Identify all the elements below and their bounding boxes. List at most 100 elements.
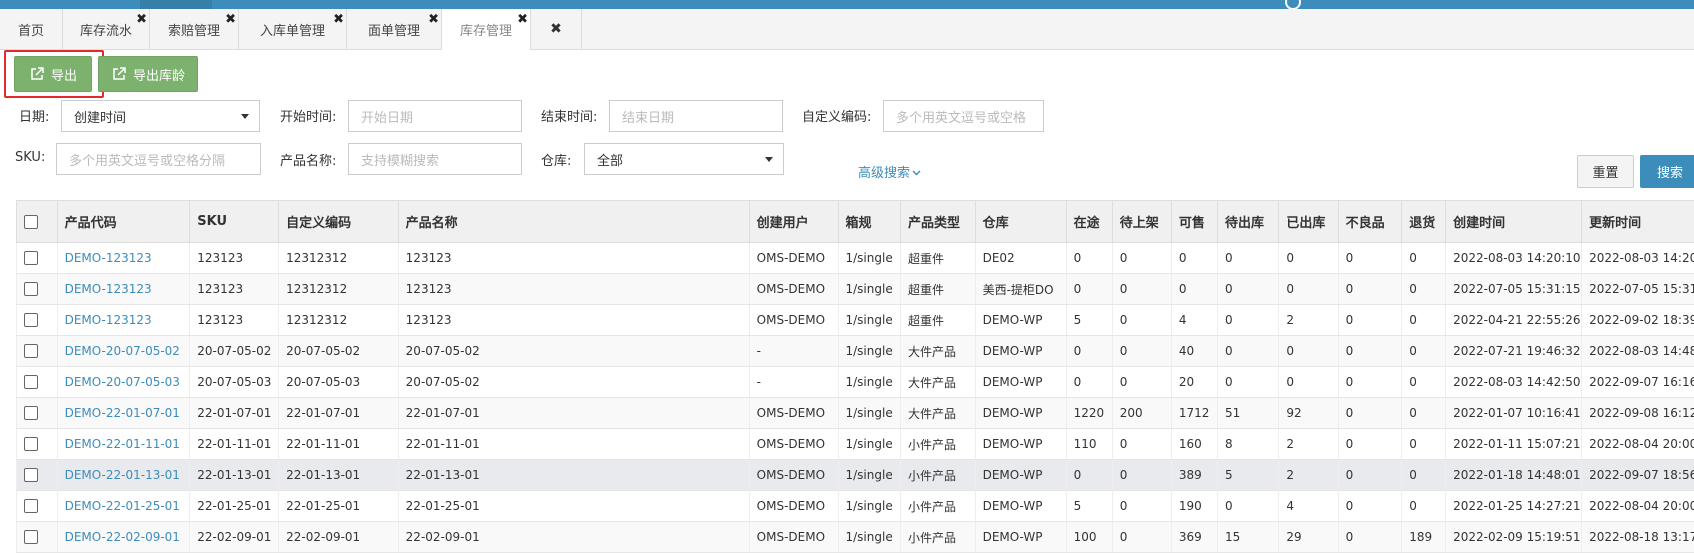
tab-waybill[interactable]: 面单管理 ✖ (347, 9, 442, 49)
table-cell: 0 (1112, 305, 1171, 336)
column-header[interactable]: 箱规 (838, 201, 901, 243)
close-icon[interactable]: ✖ (428, 13, 439, 26)
close-icon[interactable]: ✖ (333, 13, 344, 26)
table-row[interactable]: DEMO-123123 123123 12312312 123123 OMS-D… (17, 243, 1694, 274)
table-cell: 22-02-09-01 (398, 522, 749, 553)
row-select-cell[interactable] (17, 398, 58, 429)
close-all-tabs-button[interactable]: ✖ (531, 9, 582, 49)
select-all-cell[interactable] (17, 201, 58, 243)
product-code-link[interactable]: DEMO-22-01-11-01 (57, 429, 190, 460)
table-cell: 2022-07-21 19:46:32 (1446, 336, 1582, 367)
warehouse-select[interactable]: 全部 (584, 143, 784, 175)
table-cell: 20-07-05-02 (398, 367, 749, 398)
close-icon[interactable]: ✖ (517, 13, 528, 26)
table-cell: 2022-08-04 20:00:48 (1582, 491, 1694, 522)
tab-inventory[interactable]: 库存管理 ✖ (442, 9, 531, 50)
table-cell: 0 (1402, 243, 1446, 274)
row-checkbox[interactable] (24, 282, 38, 296)
row-select-cell[interactable] (17, 336, 58, 367)
row-checkbox[interactable] (24, 313, 38, 327)
product-code-link[interactable]: DEMO-123123 (57, 274, 190, 305)
table-row[interactable]: DEMO-22-01-07-01 22-01-07-01 22-01-07-01… (17, 398, 1694, 429)
tab-inbound[interactable]: 入库单管理 ✖ (239, 9, 347, 49)
row-checkbox[interactable] (24, 468, 38, 482)
row-select-cell[interactable] (17, 274, 58, 305)
table-row[interactable]: DEMO-123123 123123 12312312 123123 OMS-D… (17, 305, 1694, 336)
product-code-link[interactable]: DEMO-20-07-05-03 (57, 367, 190, 398)
row-checkbox[interactable] (24, 375, 38, 389)
table-cell: 4 (1171, 305, 1217, 336)
table-row[interactable]: DEMO-22-01-25-01 22-01-25-01 22-01-25-01… (17, 491, 1694, 522)
product-code-link[interactable]: DEMO-22-01-25-01 (57, 491, 190, 522)
row-checkbox[interactable] (24, 437, 38, 451)
row-select-cell[interactable] (17, 429, 58, 460)
column-header[interactable]: 产品类型 (901, 201, 976, 243)
tab-label: 索赔管理 (168, 20, 220, 39)
row-select-cell[interactable] (17, 491, 58, 522)
select-all-checkbox[interactable] (24, 215, 38, 229)
start-date-input[interactable]: 开始日期 (348, 100, 522, 132)
column-header[interactable]: 不良品 (1338, 201, 1402, 243)
product-code-link[interactable]: DEMO-22-01-13-01 (57, 460, 190, 491)
row-select-cell[interactable] (17, 460, 58, 491)
table-row[interactable]: DEMO-123123 123123 12312312 123123 OMS-D… (17, 274, 1694, 305)
product-code-link[interactable]: DEMO-22-02-09-01 (57, 522, 190, 553)
row-select-cell[interactable] (17, 522, 58, 553)
product-code-link[interactable]: DEMO-123123 (57, 243, 190, 274)
table-cell: 小件产品 (901, 460, 976, 491)
table-row[interactable]: DEMO-22-01-11-01 22-01-11-01 22-01-11-01… (17, 429, 1694, 460)
column-header[interactable]: 已出库 (1279, 201, 1338, 243)
tab-home[interactable]: 首页 (0, 9, 63, 49)
table-row[interactable]: DEMO-20-07-05-02 20-07-05-02 20-07-05-02… (17, 336, 1694, 367)
advanced-search-link[interactable]: 高级搜索 (858, 162, 921, 181)
column-header[interactable]: 退货 (1402, 201, 1446, 243)
table-cell: 8 (1217, 429, 1278, 460)
column-header[interactable]: 仓库 (975, 201, 1066, 243)
product-code-link[interactable]: DEMO-123123 (57, 305, 190, 336)
column-header[interactable]: 待出库 (1217, 201, 1278, 243)
column-header[interactable]: 更新时间 (1582, 201, 1694, 243)
row-checkbox[interactable] (24, 530, 38, 544)
tab-claims[interactable]: 索赔管理 ✖ (150, 9, 239, 49)
row-checkbox[interactable] (24, 499, 38, 513)
table-cell: OMS-DEMO (749, 398, 838, 429)
column-header[interactable]: 在途 (1066, 201, 1112, 243)
table-cell: 2 (1279, 429, 1338, 460)
product-code-link[interactable]: DEMO-22-01-07-01 (57, 398, 190, 429)
tab-inventory-flow[interactable]: 库存流水 ✖ (63, 9, 150, 49)
column-header[interactable]: 创建用户 (749, 201, 838, 243)
column-header[interactable]: 产品代码 (57, 201, 190, 243)
column-header[interactable]: 产品名称 (398, 201, 749, 243)
search-button[interactable]: 搜索 (1640, 155, 1694, 188)
row-checkbox[interactable] (24, 344, 38, 358)
sku-input[interactable]: 多个用英文逗号或空格分隔 (56, 143, 261, 175)
row-checkbox[interactable] (24, 406, 38, 420)
export-label: 导出 (51, 65, 77, 84)
end-date-input[interactable]: 结束日期 (609, 100, 783, 132)
custom-code-input[interactable]: 多个用英文逗号或空格 (883, 100, 1044, 132)
column-header[interactable]: 可售 (1171, 201, 1217, 243)
product-code-link[interactable]: DEMO-20-07-05-02 (57, 336, 190, 367)
reset-button[interactable]: 重置 (1577, 155, 1634, 188)
row-checkbox[interactable] (24, 251, 38, 265)
row-select-cell[interactable] (17, 305, 58, 336)
column-header[interactable]: 创建时间 (1446, 201, 1582, 243)
table-cell: 1/single (838, 367, 901, 398)
column-header[interactable]: 自定义编码 (279, 201, 399, 243)
table-row[interactable]: DEMO-20-07-05-03 20-07-05-03 20-07-05-03… (17, 367, 1694, 398)
export-button[interactable]: 导出 (14, 56, 92, 92)
table-cell: 0 (1217, 336, 1278, 367)
close-icon[interactable]: ✖ (136, 13, 147, 26)
close-icon[interactable]: ✖ (225, 13, 236, 26)
table-cell: 0 (1112, 367, 1171, 398)
product-name-input[interactable]: 支持模糊搜索 (348, 143, 522, 175)
column-header[interactable]: 待上架 (1112, 201, 1171, 243)
row-select-cell[interactable] (17, 367, 58, 398)
table-row[interactable]: DEMO-22-02-09-01 22-02-09-01 22-02-09-01… (17, 522, 1694, 553)
date-type-select[interactable]: 创建时间 (61, 100, 260, 132)
table-row[interactable]: DEMO-22-01-13-01 22-01-13-01 22-01-13-01… (17, 460, 1694, 491)
column-header[interactable]: SKU (190, 201, 279, 243)
row-select-cell[interactable] (17, 243, 58, 274)
header-active-menu[interactable] (140, 0, 212, 9)
export-age-button[interactable]: 导出库龄 (98, 56, 198, 92)
